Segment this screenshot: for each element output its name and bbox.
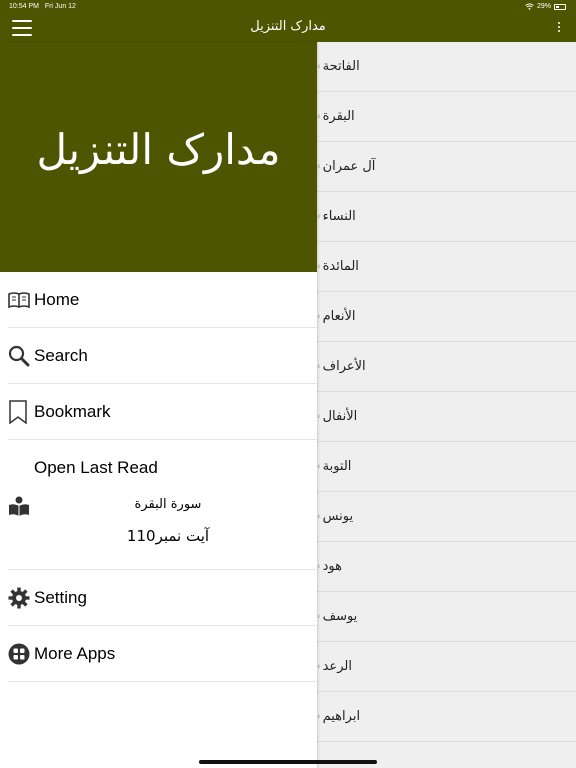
bookmark-icon: [8, 399, 34, 424]
menu-more-apps-label: More Apps: [34, 643, 116, 663]
open-last-read[interactable]: Open Last Read سورة البقرة آیت نمبر110: [8, 440, 317, 570]
battery-percent: 29%: [536, 3, 551, 10]
surah-name: الأنعام: [322, 309, 356, 324]
surah-row[interactable]: البقرة ‹: [317, 92, 576, 142]
navigation-drawer: مدارک التنزیل Home Search Bookmark Open …: [0, 42, 317, 768]
surah-name: ابراهيم: [322, 709, 361, 724]
menu-bookmark[interactable]: Bookmark: [8, 384, 317, 440]
surah-row[interactable]: هود ‹: [317, 542, 576, 592]
chevron-left-icon: ‹: [317, 711, 321, 722]
surah-row[interactable]: ابراهيم ‹: [317, 692, 576, 742]
chevron-left-icon: ‹: [317, 661, 321, 672]
chevron-left-icon: ‹: [317, 211, 321, 222]
surah-row[interactable]: الأنفال ‹: [317, 392, 576, 442]
surah-name: النساء: [322, 209, 356, 224]
chevron-left-icon: ‹: [317, 111, 321, 122]
last-read-label: Open Last Read: [34, 458, 158, 477]
surah-name: الرعد: [322, 659, 352, 674]
chevron-left-icon: ‹: [317, 561, 321, 572]
chevron-left-icon: ‹: [317, 611, 321, 622]
chevron-left-icon: ‹: [317, 61, 321, 72]
battery-icon: [554, 3, 566, 10]
wifi-icon: [525, 3, 534, 10]
surah-row[interactable]: النساء ‹: [317, 192, 576, 242]
menu-setting[interactable]: Setting: [8, 570, 317, 626]
chevron-left-icon: ‹: [317, 311, 321, 322]
chevron-left-icon: ‹: [317, 361, 321, 372]
surah-name: الأنفال: [322, 409, 358, 424]
surah-list: الفاتحة ‹ البقرة ‹ آل عمران ‹ النساء ‹ المائدة ‹ ا…: [317, 42, 576, 768]
book-icon: [8, 291, 34, 309]
surah-name: يوسف: [322, 609, 358, 624]
reader-icon: [8, 495, 30, 521]
status-right: 29%: [525, 3, 566, 10]
surah-row[interactable]: الرعد ‹: [317, 642, 576, 692]
menu-bookmark-label: Bookmark: [34, 401, 111, 421]
chevron-left-icon: ‹: [317, 261, 321, 272]
more-options-icon[interactable]: [558, 22, 562, 36]
apps-icon: [8, 643, 34, 665]
status-time: 10:54 PM Fri Jun 12: [9, 3, 76, 10]
chevron-left-icon: ‹: [317, 511, 321, 522]
menu-home[interactable]: Home: [8, 272, 317, 328]
surah-row[interactable]: الفاتحة ‹: [317, 42, 576, 92]
gear-icon: [8, 587, 34, 609]
surah-row[interactable]: يوسف ‹: [317, 592, 576, 642]
menu-more-apps[interactable]: More Apps: [8, 626, 317, 682]
home-indicator[interactable]: [199, 760, 377, 764]
app-toolbar: مدارک التنزیل: [0, 14, 576, 42]
status-bar: 10:54 PM Fri Jun 12 29%: [0, 0, 576, 14]
surah-row[interactable]: المائدة ‹: [317, 242, 576, 292]
menu-home-label: Home: [34, 289, 80, 309]
surah-row[interactable]: التوبة ‹: [317, 442, 576, 492]
surah-name: المائدة: [322, 259, 359, 274]
app-title: مدارک التنزیل: [250, 19, 326, 34]
surah-name: التوبة: [322, 459, 352, 474]
surah-name: البقرة: [322, 109, 355, 124]
chevron-left-icon: ‹: [317, 461, 321, 472]
menu-search[interactable]: Search: [8, 328, 317, 384]
surah-row[interactable]: آل عمران ‹: [317, 142, 576, 192]
surah-row[interactable]: الأنعام ‹: [317, 292, 576, 342]
chevron-left-icon: ‹: [317, 411, 321, 422]
surah-name: يونس: [322, 509, 354, 524]
surah-name: الفاتحة: [322, 59, 360, 74]
surah-name: الأعراف: [322, 359, 366, 374]
hamburger-line: [12, 34, 32, 36]
surah-name: هود: [322, 559, 342, 574]
drawer-header: مدارک التنزیل: [0, 42, 317, 272]
surah-row[interactable]: الأعراف ‹: [317, 342, 576, 392]
drawer-brand-title: مدارک التنزیل: [36, 124, 281, 174]
chevron-left-icon: ‹: [317, 161, 321, 172]
last-read-ayah: آیت نمبر110: [126, 527, 210, 545]
surah-name: آل عمران: [322, 159, 376, 174]
search-icon: [8, 345, 34, 367]
menu-setting-label: Setting: [34, 587, 87, 607]
last-read-surah: سورة البقرة: [134, 497, 202, 512]
menu-search-label: Search: [34, 345, 88, 365]
surah-row[interactable]: يونس ‹: [317, 492, 576, 542]
